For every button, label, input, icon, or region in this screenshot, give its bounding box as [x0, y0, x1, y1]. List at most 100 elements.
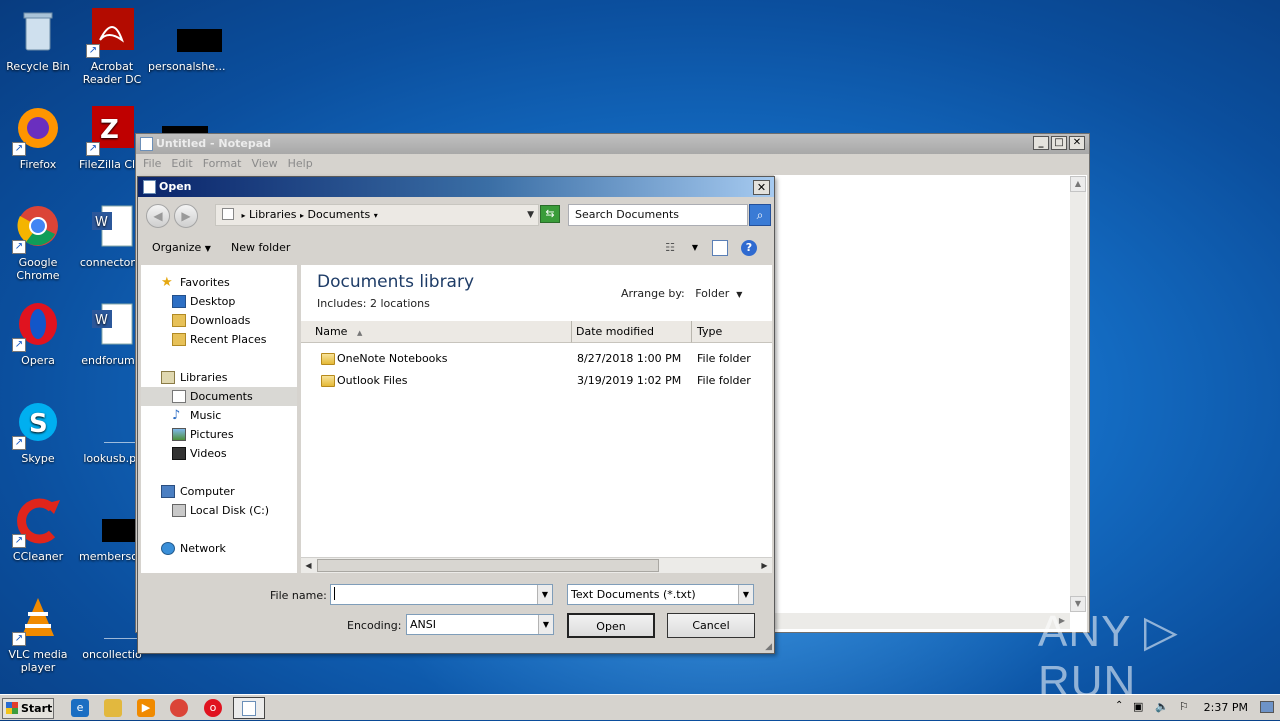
desktop-icon-opera[interactable]: ↗ Opera [0, 302, 76, 367]
nav-documents[interactable]: Documents [141, 387, 297, 406]
forward-arrow-icon[interactable]: ▶ [174, 204, 198, 228]
nav-music[interactable]: ♪ Music [141, 406, 297, 425]
column-header-name[interactable]: Name ▲ [301, 321, 572, 343]
tray-expand-icon[interactable]: ⌃ [1115, 700, 1123, 711]
file-explorer-icon[interactable] [104, 699, 122, 717]
nav-libraries[interactable]: Libraries [141, 368, 297, 387]
chrome-icon[interactable] [170, 699, 188, 717]
start-button[interactable]: Start [2, 698, 54, 719]
desktop-icon-personalshe[interactable]: personalshe... [148, 8, 225, 73]
open-dialog[interactable]: Open ✕ ◀ ▶ ▸ Libraries ▸ Documents ▾ ▼ ⇆… [137, 176, 775, 654]
chevron-down-icon[interactable]: ▼ [538, 615, 553, 634]
notepad-title: Untitled - Notepad [156, 137, 272, 150]
arrange-by[interactable]: Arrange by: Folder ▼ [621, 287, 742, 300]
desktop-icon-label: Skype [21, 452, 55, 465]
desktop-icon-ccleaner[interactable]: ↗ CCleaner [0, 498, 76, 563]
file-list-pane[interactable]: Documents library Includes: 2 locations … [301, 265, 772, 573]
internet-explorer-icon[interactable]: e [71, 699, 89, 717]
preview-pane-icon[interactable] [712, 240, 728, 256]
nav-favorites[interactable]: ★ Favorites [141, 273, 297, 292]
nav-recent-places[interactable]: Recent Places [141, 330, 297, 349]
menu-edit[interactable]: Edit [166, 154, 197, 174]
scroll-right-arrow-icon[interactable]: ▶ [757, 559, 772, 572]
file-icon [88, 400, 148, 448]
menu-view[interactable]: View [247, 154, 283, 174]
menu-help[interactable]: Help [283, 154, 318, 174]
nav-pictures[interactable]: Pictures [141, 425, 297, 444]
file-list-horizontal-scrollbar[interactable]: ◀ ▶ [301, 557, 772, 573]
address-bar[interactable]: ▸ Libraries ▸ Documents ▾ ▼ [215, 204, 539, 226]
open-dialog-titlebar[interactable]: Open ✕ [138, 177, 774, 197]
arrange-by-value[interactable]: Folder [695, 287, 729, 300]
taskbar-notepad-button[interactable] [233, 697, 265, 719]
nav-videos[interactable]: Videos [141, 444, 297, 463]
encoding-value: ANSI [410, 618, 436, 631]
desktop-icon-acrobat[interactable]: ↗ Acrobat Reader DC [74, 8, 150, 86]
chevron-down-icon[interactable]: ▼ [738, 585, 753, 604]
search-input[interactable]: Search Documents [568, 204, 748, 226]
nav-computer[interactable]: Computer [141, 482, 297, 501]
dialog-close-button[interactable]: ✕ [753, 180, 770, 195]
refresh-icon[interactable]: ⇆ [540, 205, 560, 223]
clock[interactable]: 2:37 PM [1204, 701, 1248, 714]
file-name-input[interactable]: ▼ [330, 584, 553, 605]
back-arrow-icon[interactable]: ◀ [146, 204, 170, 228]
show-desktop-icon[interactable] [1260, 701, 1274, 713]
column-header-date[interactable]: Date modified [572, 321, 692, 343]
chevron-down-icon[interactable]: ▼ [687, 240, 703, 256]
library-includes[interactable]: Includes: 2 locations [317, 297, 430, 310]
desktop-icon-recycle-bin[interactable]: Recycle Bin [0, 8, 76, 73]
file-row[interactable]: Outlook Files 3/19/2019 1:02 PM File fol… [301, 371, 772, 391]
chevron-down-icon[interactable]: ▼ [537, 585, 552, 604]
scrollbar-thumb[interactable] [317, 559, 659, 572]
encoding-select[interactable]: ANSI ▼ [406, 614, 554, 635]
filezilla-icon: Z ↗ [86, 106, 136, 156]
nav-downloads-label: Downloads [190, 314, 251, 327]
column-name-label: Name [315, 325, 348, 338]
action-center-icon[interactable]: ▣ [1133, 700, 1143, 713]
opera-icon[interactable]: o [204, 699, 222, 717]
cancel-button[interactable]: Cancel [667, 613, 755, 638]
breadcrumb-documents[interactable]: Documents [308, 208, 371, 221]
column-header-type[interactable]: Type [692, 321, 772, 343]
maximize-button[interactable]: □ [1051, 136, 1067, 150]
documents-icon [172, 390, 186, 403]
computer-icon [161, 485, 175, 498]
desktop-icon-chrome[interactable]: ↗ Google Chrome [0, 204, 76, 282]
flag-icon[interactable]: ⚐ [1179, 700, 1189, 713]
menu-format[interactable]: Format [198, 154, 247, 174]
nav-network[interactable]: Network [141, 539, 297, 558]
desktop-icon-vlc[interactable]: ↗ VLC media player [0, 596, 76, 674]
scroll-up-arrow-icon[interactable]: ▲ [1070, 176, 1086, 192]
notepad-menubar: File Edit Format View Help [136, 154, 1089, 174]
desktop-icon-firefox[interactable]: ↗ Firefox [0, 106, 76, 171]
file-type-select[interactable]: Text Documents (*.txt) ▼ [567, 584, 754, 605]
desktop-icon-skype[interactable]: S ↗ Skype [0, 400, 76, 465]
svg-text:W: W [95, 215, 108, 230]
help-icon[interactable]: ? [741, 240, 757, 256]
vlc-icon: ↗ [12, 596, 62, 646]
notepad-horizontal-scrollbar[interactable]: ▶ [774, 613, 1070, 629]
organize-button[interactable]: Organize ▼ [152, 241, 211, 254]
media-player-icon[interactable]: ▶ [137, 699, 155, 717]
close-button[interactable]: ✕ [1069, 136, 1085, 150]
view-options-icon[interactable]: ☷ [662, 240, 678, 256]
resize-grip-icon[interactable]: ◢ [765, 642, 772, 652]
notepad-vertical-scrollbar[interactable]: ▲ ▼ [1070, 176, 1086, 612]
file-row[interactable]: OneNote Notebooks 8/27/2018 1:00 PM File… [301, 349, 772, 369]
new-folder-button[interactable]: New folder [231, 241, 290, 254]
notepad-text-area[interactable] [774, 175, 1087, 632]
nav-desktop[interactable]: Desktop [141, 292, 297, 311]
notepad-titlebar[interactable]: Untitled - Notepad _ □ ✕ [136, 134, 1089, 154]
search-icon[interactable]: ⌕ [749, 204, 771, 226]
nav-downloads[interactable]: Downloads [141, 311, 297, 330]
menu-file[interactable]: File [138, 154, 166, 174]
minimize-button[interactable]: _ [1033, 136, 1049, 150]
address-dropdown-icon[interactable]: ▼ [527, 205, 534, 225]
scroll-left-arrow-icon[interactable]: ◀ [301, 559, 316, 572]
nav-local-disk[interactable]: Local Disk (C:) [141, 501, 297, 520]
shortcut-arrow-icon: ↗ [12, 240, 26, 254]
volume-icon[interactable]: 🔈 [1155, 700, 1169, 713]
breadcrumb-libraries[interactable]: Libraries [249, 208, 297, 221]
open-button[interactable]: Open [567, 613, 655, 638]
